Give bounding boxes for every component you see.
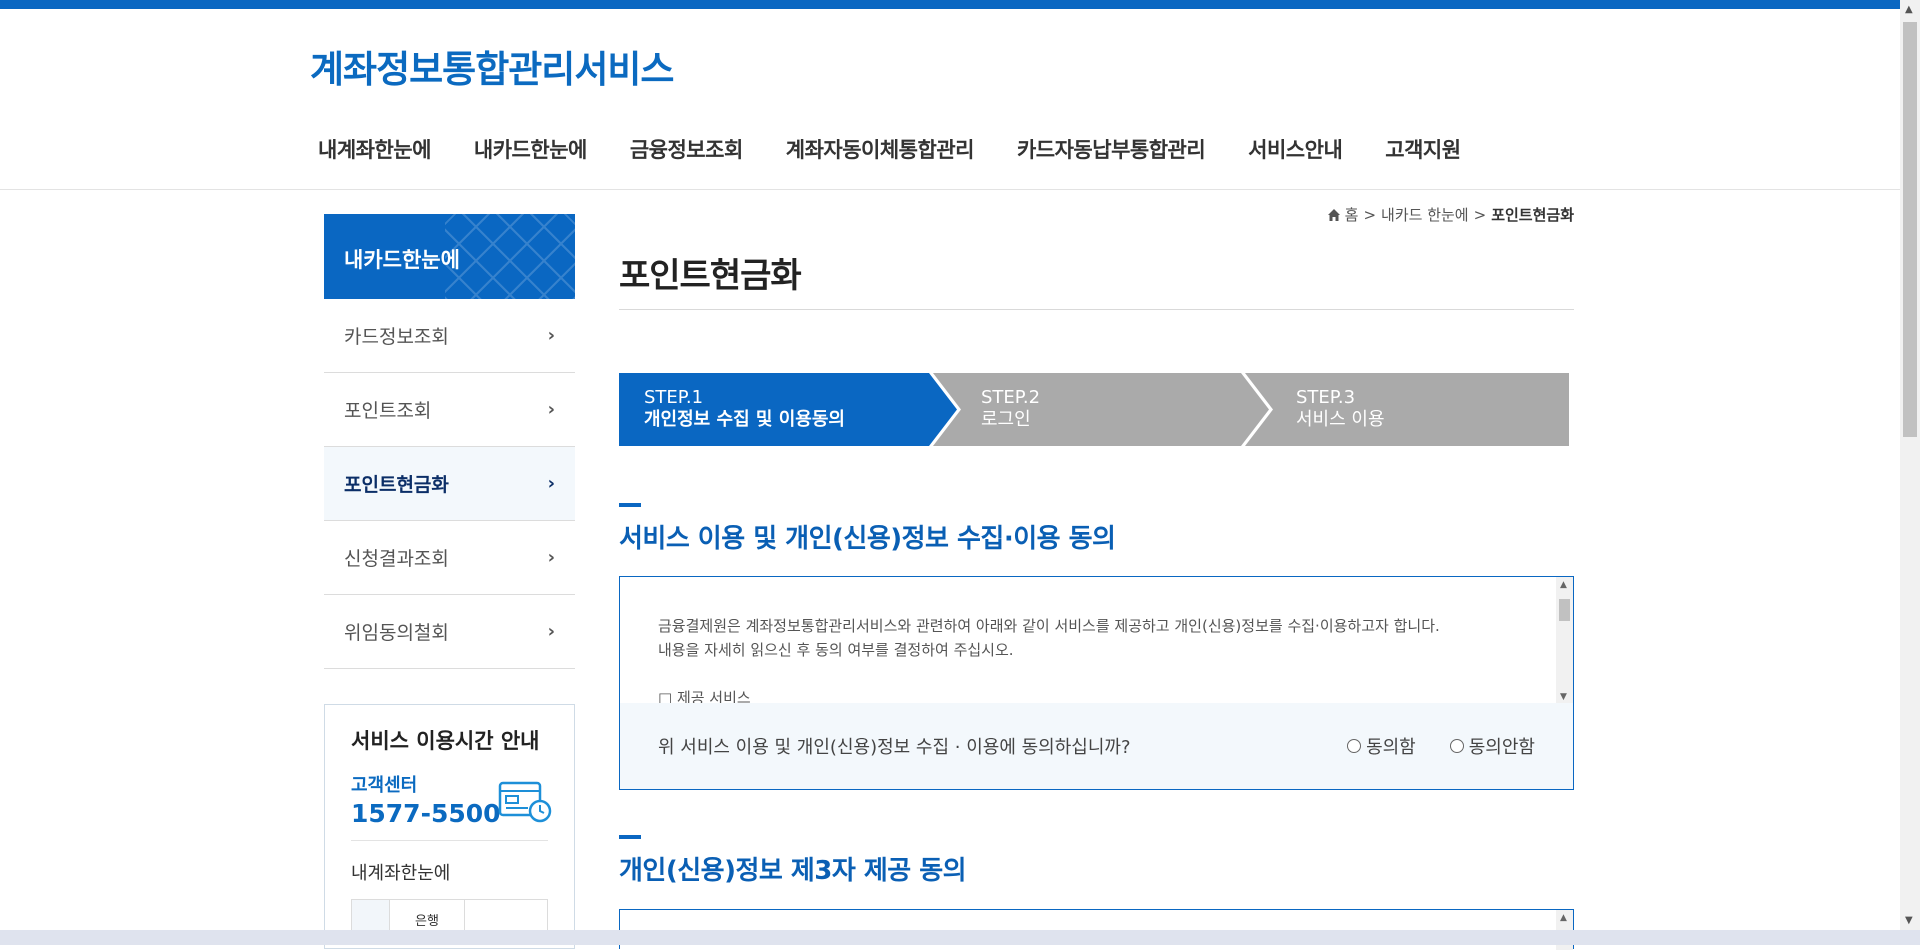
- nav-auto-transfer[interactable]: 계좌자동이체통합관리: [786, 134, 975, 164]
- service-hours-box: 서비스 이용시간 안내 고객센터 1577-5500 내계좌한눈에 은행: [324, 704, 575, 949]
- breadcrumb-separator: >: [1363, 205, 1377, 224]
- radio-button[interactable]: [1347, 739, 1362, 753]
- step-3: STEP.3 서비스 이용: [1296, 373, 1385, 446]
- step-progress: STEP.1 개인정보 수집 및 이용동의 STEP.2 로그인 STEP.3 …: [619, 373, 1569, 446]
- chevron-right-icon: ›: [547, 325, 555, 346]
- heading-accent-bar: [619, 503, 641, 507]
- sidebar-item-point-inquiry[interactable]: 포인트조회 ›: [324, 373, 575, 447]
- scroll-up-icon[interactable]: ▲: [1905, 4, 1913, 15]
- nav-service-guide[interactable]: 서비스안내: [1248, 134, 1343, 164]
- step-3-label: 서비스 이용: [1296, 409, 1385, 430]
- chevron-right-icon: ›: [547, 473, 555, 494]
- breadcrumb-current: 포인트현금화: [1491, 206, 1574, 224]
- consent-terms-box: 금융결제원은 계좌정보통합관리서비스와 관련하여 아래와 같이 서비스를 제공하…: [619, 576, 1574, 790]
- heading-accent-bar: [619, 835, 641, 839]
- step-2-number: STEP.2: [981, 387, 1041, 408]
- step-2-label: 로그인: [981, 409, 1031, 430]
- terms-scrollbar[interactable]: ▲ ▼: [1556, 577, 1573, 705]
- sidebar-item-label: 카드정보조회: [344, 326, 449, 348]
- site-header: 계좌정보통합관리서비스 내계좌한눈에 내카드한눈에 금융정보조회 계좌자동이체통…: [0, 9, 1900, 190]
- agree-label: 동의함: [1366, 737, 1416, 758]
- chevron-right-icon: ›: [547, 621, 555, 642]
- calendar-clock-icon: [498, 781, 552, 823]
- main-nav: 내계좌한눈에 내카드한눈에 금융정보조회 계좌자동이체통합관리 카드자동납부통합…: [318, 134, 1504, 164]
- terms-scroll-area[interactable]: 금융결제원은 계좌정보통합관리서비스와 관련하여 아래와 같이 서비스를 제공하…: [620, 577, 1573, 705]
- service-hours-title: 서비스 이용시간 안내: [351, 729, 540, 753]
- scroll-up-icon[interactable]: ▲: [1560, 913, 1567, 923]
- sidebar-item-label: 포인트조회: [344, 400, 432, 422]
- sidebar-title: 내카드한눈에: [324, 214, 575, 299]
- consent-question: 위 서비스 이용 및 개인(신용)정보 수집 · 이용에 동의하십니까?: [658, 737, 1131, 758]
- chevron-right-icon: ›: [547, 547, 555, 568]
- chevron-right-icon: ›: [547, 399, 555, 420]
- title-divider: [619, 309, 1574, 310]
- nav-my-cards[interactable]: 내카드한눈에: [474, 134, 587, 164]
- sidebar-item-label: 위임동의철회: [344, 622, 449, 644]
- step-2: STEP.2 로그인: [981, 373, 1040, 446]
- divider: [351, 840, 548, 841]
- scroll-down-icon[interactable]: ▼: [1905, 915, 1913, 926]
- sidebar-item-request-result[interactable]: 신청결과조회 ›: [324, 521, 575, 595]
- step3-shape: [1245, 373, 1569, 446]
- section-heading-text: 개인(신용)정보 제3자 제공 동의: [619, 856, 967, 886]
- breadcrumb: 홈 > 내카드 한눈에 > 포인트현금화: [1327, 204, 1574, 225]
- page-scrollbar[interactable]: ▲ ▼: [1900, 0, 1920, 930]
- sidebar: 내카드한눈에 카드정보조회 › 포인트조회 › 포인트현금화 › 신청결과조회 …: [324, 214, 575, 669]
- scrollbar-thumb[interactable]: [1903, 22, 1917, 437]
- scrollbar-thumb[interactable]: [1559, 599, 1570, 621]
- terms-text-line: 금융결제원은 계좌정보통합관리서비스와 관련하여 아래와 같이 서비스를 제공하…: [658, 617, 1440, 635]
- agree-radio-option[interactable]: 동의함: [1347, 733, 1416, 759]
- taskbar-strip: [0, 930, 1920, 945]
- sidebar-item-label: 포인트현금화: [344, 474, 449, 496]
- nav-my-accounts[interactable]: 내계좌한눈에: [318, 134, 431, 164]
- nav-financial-info[interactable]: 금융정보조회: [630, 134, 743, 164]
- sidebar-title-text: 내카드한눈에: [344, 248, 460, 272]
- section-heading-consent: 서비스 이용 및 개인(신용)정보 수집·이용 동의: [619, 503, 1116, 555]
- site-logo[interactable]: 계좌정보통합관리서비스: [310, 39, 674, 93]
- sidebar-item-point-cashout[interactable]: 포인트현금화 ›: [324, 447, 575, 521]
- breadcrumb-level1[interactable]: 내카드 한눈에: [1381, 204, 1469, 225]
- sidebar-item-consent-withdraw[interactable]: 위임동의철회 ›: [324, 595, 575, 669]
- disagree-radio-option[interactable]: 동의안함: [1449, 733, 1535, 759]
- step-1-number: STEP.1: [644, 387, 704, 408]
- sidebar-item-label: 신청결과조회: [344, 548, 449, 570]
- home-icon[interactable]: [1327, 208, 1341, 222]
- step-1: STEP.1 개인정보 수집 및 이용동의: [644, 373, 845, 446]
- terms-text-line: 내용을 자세히 읽으신 후 동의 여부를 결정하여 주십시오.: [658, 641, 1014, 659]
- consent-agree-row: 위 서비스 이용 및 개인(신용)정보 수집 · 이용에 동의하십니까? 동의함…: [620, 703, 1573, 789]
- breadcrumb-home[interactable]: 홈: [1345, 204, 1359, 225]
- nav-card-auto-payment[interactable]: 카드자동납부통합관리: [1017, 134, 1206, 164]
- nav-customer-support[interactable]: 고객지원: [1385, 134, 1461, 164]
- section-heading-third-party: 개인(신용)정보 제3자 제공 동의: [619, 835, 967, 887]
- page-title: 포인트현금화: [619, 256, 802, 296]
- breadcrumb-separator: >: [1473, 205, 1487, 224]
- scroll-up-icon[interactable]: ▲: [1560, 580, 1567, 590]
- disagree-label: 동의안함: [1468, 737, 1535, 758]
- sidebar-item-card-info[interactable]: 카드정보조회 ›: [324, 299, 575, 373]
- section-heading-text: 서비스 이용 및 개인(신용)정보 수집·이용 동의: [619, 524, 1116, 554]
- sidebar-title-pattern: [445, 214, 575, 299]
- top-accent-bar: [0, 0, 1900, 9]
- step-1-label: 개인정보 수집 및 이용동의: [644, 409, 845, 430]
- service-hours-subtitle: 내계좌한눈에: [351, 863, 451, 884]
- radio-button[interactable]: [1449, 739, 1464, 753]
- step-3-number: STEP.3: [1296, 387, 1356, 408]
- scroll-down-icon[interactable]: ▼: [1560, 692, 1567, 702]
